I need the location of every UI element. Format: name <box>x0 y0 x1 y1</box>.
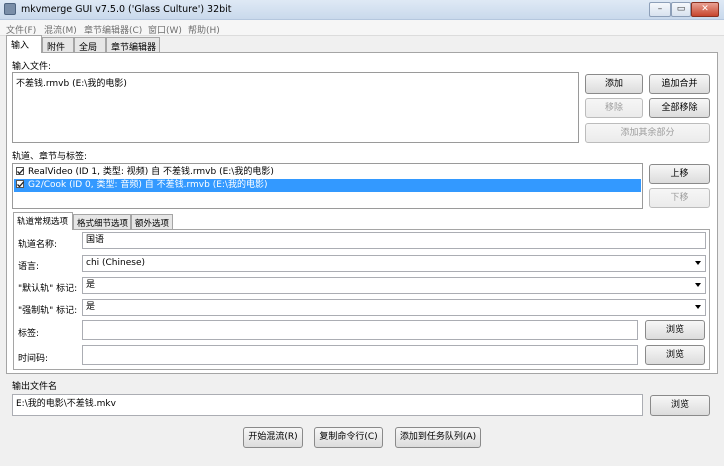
list-item[interactable]: 不差钱.rmvb (E:\我的电影) <box>16 76 127 89</box>
track-label: G2/Cook (ID 0, 类型: 音频) 自 不差钱.rmvb (E:\我的… <box>28 180 268 190</box>
app-icon <box>4 3 16 15</box>
input-files-label: 输入文件: <box>12 62 52 72</box>
tab-attachments[interactable]: 附件 <box>42 37 74 53</box>
tracks-list[interactable]: RealVideo (ID 1, 类型: 视频) 自 不差钱.rmvb (E:\… <box>12 163 643 209</box>
tracks-label: 轨道、章节与标签: <box>12 152 88 162</box>
move-down-button[interactable]: 下移 <box>649 188 710 208</box>
menu-chapter-editor[interactable]: 章节编辑器(C) <box>84 23 142 36</box>
tags-label: 标签: <box>18 329 40 339</box>
checkbox-icon[interactable] <box>16 180 24 188</box>
maximize-button[interactable]: ▭ <box>671 2 691 17</box>
default-flag-select[interactable]: 是 <box>82 277 706 294</box>
output-file-label: 输出文件名 <box>12 382 58 392</box>
append-button[interactable]: 追加合并 <box>649 74 710 94</box>
tab-format-specific-options[interactable]: 格式细节选项 <box>73 214 131 229</box>
menu-window[interactable]: 窗口(W) <box>148 23 182 36</box>
chevron-down-icon <box>695 261 701 265</box>
track-name-input[interactable]: 国语 <box>82 232 706 249</box>
forced-flag-value: 是 <box>86 302 96 312</box>
default-flag-label: "默认轨" 标记: <box>18 284 78 294</box>
track-label: RealVideo (ID 1, 类型: 视频) 自 不差钱.rmvb (E:\… <box>28 167 274 177</box>
output-browse-button[interactable]: 浏览 <box>650 395 710 416</box>
menu-mux[interactable]: 混流(M) <box>44 23 77 36</box>
remove-button[interactable]: 移除 <box>585 98 643 118</box>
tab-extra-options[interactable]: 额外选项 <box>131 214 173 229</box>
tags-browse-button[interactable]: 浏览 <box>645 320 705 340</box>
tab-global[interactable]: 全局 <box>74 37 106 53</box>
output-file-input[interactable]: E:\我的电影\不差钱.mkv <box>12 394 643 416</box>
checkbox-icon[interactable] <box>16 167 24 175</box>
track-row[interactable]: G2/Cook (ID 0, 类型: 音频) 自 不差钱.rmvb (E:\我的… <box>14 179 641 192</box>
input-files-list[interactable]: 不差钱.rmvb (E:\我的电影) <box>12 72 579 143</box>
timecodes-browse-button[interactable]: 浏览 <box>645 345 705 365</box>
track-name-label: 轨道名称: <box>18 240 58 250</box>
language-label: 语言: <box>18 262 40 272</box>
chevron-down-icon <box>695 305 701 309</box>
close-button[interactable]: ✕ <box>691 2 719 17</box>
remove-all-button[interactable]: 全部移除 <box>649 98 710 118</box>
window-title: mkvmerge GUI v7.5.0 ('Glass Culture') 32… <box>21 4 232 15</box>
track-row[interactable]: RealVideo (ID 1, 类型: 视频) 自 不差钱.rmvb (E:\… <box>14 166 641 179</box>
add-other-parts-button[interactable]: 添加其余部分 <box>585 123 710 143</box>
tab-chapter-editor[interactable]: 章节编辑器 <box>106 37 160 53</box>
start-muxing-button[interactable]: 开始混流(R) <box>243 427 303 448</box>
move-up-button[interactable]: 上移 <box>649 164 710 184</box>
forced-flag-label: "强制轨" 标记: <box>18 306 78 316</box>
tags-input[interactable] <box>82 320 638 340</box>
chevron-down-icon <box>695 283 701 287</box>
timecodes-label: 时间码: <box>18 354 49 364</box>
tab-input[interactable]: 输入 <box>6 35 42 53</box>
language-value: chi (Chinese) <box>86 258 145 268</box>
default-flag-value: 是 <box>86 280 96 290</box>
forced-flag-select[interactable]: 是 <box>82 299 706 316</box>
minimize-button[interactable]: – <box>649 2 671 17</box>
menu-help[interactable]: 帮助(H) <box>188 23 220 36</box>
language-select[interactable]: chi (Chinese) <box>82 255 706 272</box>
add-button[interactable]: 添加 <box>585 74 643 94</box>
timecodes-input[interactable] <box>82 345 638 365</box>
tab-general-track-options[interactable]: 轨道常规选项 <box>13 212 73 230</box>
add-to-job-queue-button[interactable]: 添加到任务队列(A) <box>395 427 481 448</box>
copy-command-line-button[interactable]: 复制命令行(C) <box>314 427 383 448</box>
